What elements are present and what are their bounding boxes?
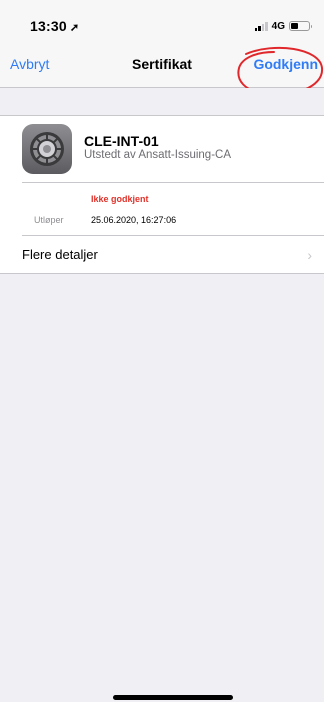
status-time-text: 13:30: [30, 18, 67, 34]
network-type: 4G: [271, 20, 285, 32]
cellular-signal-icon: [254, 21, 268, 31]
expiry-label: Utløper: [34, 215, 64, 225]
status-indicators: 4G: [254, 20, 312, 32]
chevron-right-icon: ›: [307, 247, 312, 263]
expiry-value: 25.06.2020, 16:27:06: [91, 215, 177, 225]
battery-icon: [289, 21, 312, 31]
certificate-card: CLE-INT-01 Utstedt av Ansatt-Issuing-CA …: [0, 115, 324, 274]
more-details-label: Flere detaljer: [22, 247, 98, 262]
approve-button[interactable]: Godkjenn: [253, 56, 318, 72]
divider: [22, 182, 324, 183]
status-bar: 13:30 ➚ 4G: [0, 0, 324, 44]
certificate-name: CLE-INT-01: [84, 133, 159, 149]
certificate-issuer: Utstedt av Ansatt-Issuing-CA: [84, 149, 232, 161]
home-indicator[interactable]: [113, 695, 233, 700]
settings-gear-icon: [22, 124, 72, 174]
trust-status: Ikke godkjent: [91, 194, 149, 204]
status-time: 13:30 ➚: [30, 18, 79, 34]
navigation-bar: Avbryt Sertifikat Godkjenn: [0, 44, 324, 88]
location-arrow-icon: ➚: [69, 22, 80, 34]
more-details-row[interactable]: Flere detaljer ›: [0, 236, 324, 274]
section-spacer: [0, 88, 324, 115]
